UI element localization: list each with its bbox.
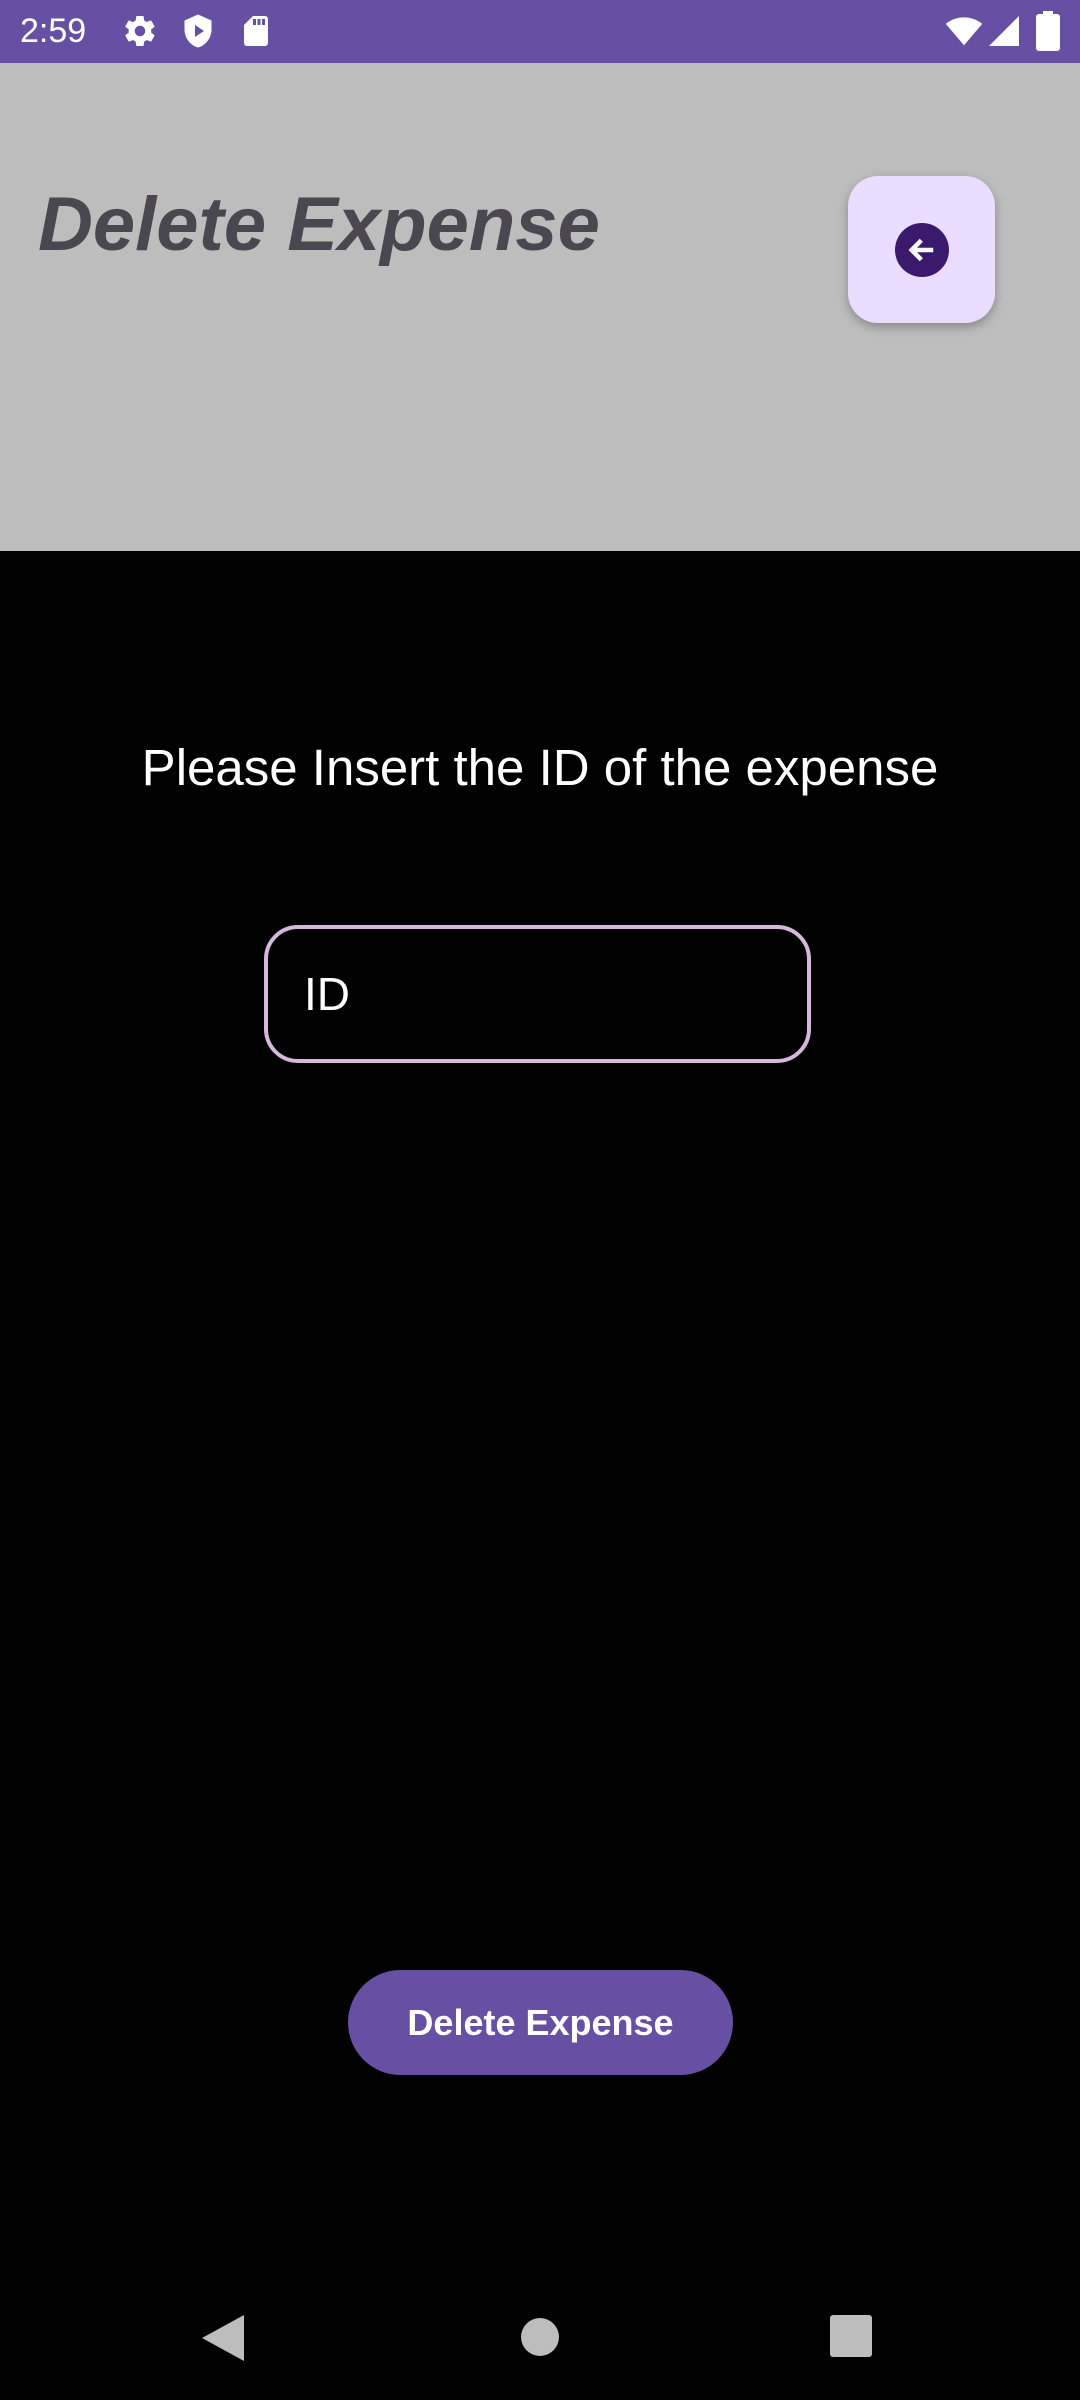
wifi-icon: [945, 17, 983, 46]
id-prompt: Please Insert the ID of the expense: [141, 739, 939, 796]
sd-card-icon: [244, 16, 268, 46]
recents-square-icon[interactable]: [830, 2315, 872, 2357]
home-circle-icon[interactable]: [520, 2317, 560, 2357]
navigation-bar: [0, 2271, 1080, 2400]
signal-icon: [989, 16, 1019, 46]
page-title: Delete Expense: [38, 182, 600, 267]
delete-expense-button[interactable]: Delete Expense: [348, 1970, 733, 2075]
back-button[interactable]: [848, 176, 995, 323]
battery-icon: [1036, 11, 1060, 51]
status-time: 2:59: [20, 12, 87, 50]
bottom-sheet: Please Insert the ID of the expense ID D…: [0, 551, 1080, 2271]
shield-play-icon: [184, 14, 212, 48]
status-bar: 2:59: [0, 0, 1080, 63]
arrow-left-circle-icon: [894, 222, 949, 277]
back-triangle-icon[interactable]: [202, 2315, 244, 2361]
id-placeholder: ID: [304, 968, 350, 1020]
settings-icon: [125, 16, 155, 47]
header: Delete Expense: [0, 63, 1080, 551]
id-input-field[interactable]: ID: [264, 925, 811, 1063]
